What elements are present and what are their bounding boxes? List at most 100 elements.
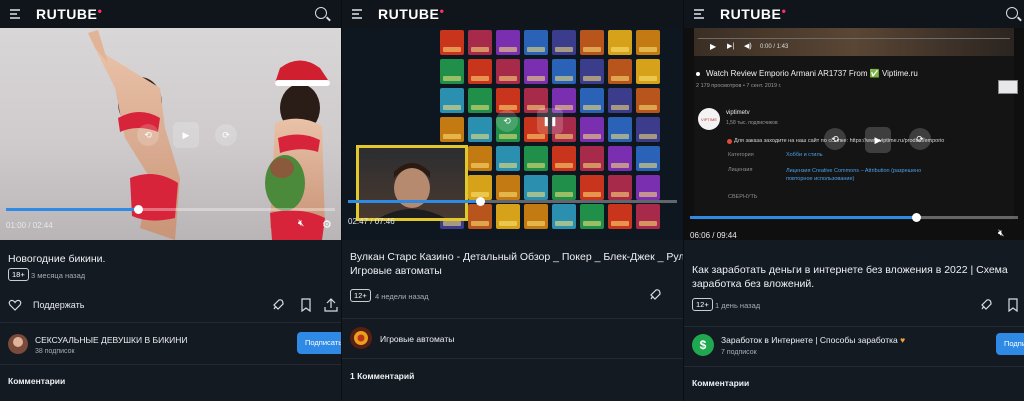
rocket-icon[interactable]	[648, 288, 662, 302]
upload-date: 3 месяца назад	[31, 271, 86, 280]
mini-volume-icon: ◀)	[744, 43, 752, 50]
rewind-button[interactable]: ⟲	[496, 110, 518, 132]
pause-button[interactable]: ❚❚	[537, 108, 563, 134]
time-display: 06:06 / 09:44	[690, 231, 737, 240]
mute-icon[interactable]: 🔇︎	[298, 218, 312, 232]
rutube-logo[interactable]: RUTUBE●	[720, 6, 787, 22]
channel-avatar[interactable]	[350, 327, 372, 349]
slot-thumbnail-label	[639, 221, 657, 226]
comments-heading[interactable]: 1 Комментарий	[350, 371, 414, 381]
slot-thumbnail-label	[471, 47, 489, 52]
age-rating-badge: 12+	[350, 289, 371, 302]
embed-category-label: Категория	[728, 152, 754, 158]
subscribe-button[interactable]: Подписаться	[297, 332, 341, 354]
streamer-webcam	[356, 145, 468, 221]
menu-icon[interactable]	[694, 9, 704, 19]
forward-button[interactable]: ⟳	[215, 124, 237, 146]
slot-thumbnail-label	[443, 76, 461, 81]
slot-thumbnail-label	[471, 163, 489, 168]
slot-thumbnail-label	[611, 134, 629, 139]
slot-thumbnail-label	[443, 47, 461, 52]
slot-thumbnail-label	[555, 76, 573, 81]
slot-thumbnail-label	[639, 76, 657, 81]
search-icon[interactable]	[1006, 7, 1018, 19]
video-player[interactable]: ⟲ ▶ ⟳ 01:00 / 02:44 🔇︎ ⚙	[0, 28, 341, 240]
rocket-icon[interactable]	[979, 298, 993, 312]
slot-thumbnail-label	[499, 163, 517, 168]
play-button[interactable]: ▶	[173, 122, 199, 148]
video-player[interactable]: ▶ ▶| ◀) 0:00 / 1:43 Watch Review Emporio…	[684, 28, 1024, 240]
bookmark-icon[interactable]	[299, 298, 313, 312]
support-label: Поддержать	[33, 300, 85, 310]
channel-avatar[interactable]	[8, 334, 28, 354]
video-title: Вулкан Старс Казино - Детальный Обзор _ …	[350, 251, 683, 277]
channel-name[interactable]: СЕКСУАЛЬНЫЕ ДЕВУШКИ В БИКИНИ	[35, 335, 188, 345]
progress-handle[interactable]	[475, 197, 485, 206]
video-page-3: RUTUBE● ▶ ▶| ◀) 0:00 / 1:43 Watch Review…	[684, 0, 1024, 401]
slot-thumbnail-label	[555, 192, 573, 197]
share-icon[interactable]	[324, 298, 338, 312]
progress-handle[interactable]	[912, 213, 922, 222]
rocket-icon[interactable]	[271, 298, 285, 312]
video-title: Как заработать деньги в интернете без вл…	[692, 264, 1008, 290]
slot-thumbnail-label	[611, 221, 629, 226]
slot-thumbnail-label	[499, 47, 517, 52]
support-button[interactable]: Поддержать	[8, 297, 84, 313]
slot-thumbnail-label	[639, 134, 657, 139]
rutube-logo[interactable]: RUTUBE●	[36, 6, 103, 22]
embed-category-value: Хобби и стиль	[786, 152, 823, 158]
play-button[interactable]: ▶	[865, 127, 891, 153]
slot-thumbnail-label	[527, 47, 545, 52]
video-title: Новогодние бикини.	[8, 253, 106, 265]
heart-icon	[8, 299, 22, 311]
video-player[interactable]: ⟲ ❚❚ 02:47 / 07:46	[342, 28, 683, 240]
svg-text:$: $	[700, 338, 707, 352]
slot-thumbnail-label	[555, 163, 573, 168]
rutube-logo[interactable]: RUTUBE●	[378, 6, 445, 22]
channel-avatar[interactable]: $	[692, 334, 714, 356]
search-icon[interactable]	[315, 7, 327, 19]
embed-subs: 1,58 тыс. подписчиков	[726, 120, 778, 126]
progress-bar[interactable]	[690, 213, 1018, 222]
subscriber-count: 7 подписок	[721, 349, 757, 356]
comments-heading[interactable]: Комментарии	[692, 378, 749, 388]
menu-icon[interactable]	[352, 9, 362, 19]
channel-name[interactable]: Заработок в Интернете | Способы заработк…	[721, 335, 905, 345]
comments-heading[interactable]: Комментарии	[8, 376, 65, 386]
slot-thumbnail-label	[443, 105, 461, 110]
channel-name-text: Заработок в Интернете | Способы заработк…	[721, 335, 898, 345]
subscribe-button[interactable]: Подписаться	[996, 333, 1024, 355]
subscriber-count: 38 подписок	[35, 348, 75, 355]
rewind-button[interactable]: ⟲	[824, 128, 846, 150]
slot-thumbnail-label	[611, 192, 629, 197]
age-rating-badge: 18+	[8, 268, 29, 281]
mute-icon[interactable]: 🔇︎	[998, 228, 1012, 240]
embed-side-thumb	[998, 80, 1018, 94]
progress-bar[interactable]	[6, 205, 335, 214]
slot-thumbnail-label	[583, 134, 601, 139]
divider	[0, 322, 341, 323]
top-bar: RUTUBE●	[0, 0, 341, 28]
embedded-youtube-page: ▶ ▶| ◀) 0:00 / 1:43 Watch Review Emporio…	[694, 28, 1018, 220]
progress-handle[interactable]	[133, 205, 143, 214]
forward-button[interactable]: ⟳	[909, 128, 931, 150]
progress-bar[interactable]	[348, 197, 677, 206]
slot-thumbnail-label	[527, 163, 545, 168]
slot-thumbnail-label	[471, 134, 489, 139]
bookmark-icon[interactable]	[1006, 298, 1020, 312]
embed-title: Watch Review Emporio Armani AR1737 From …	[706, 69, 918, 78]
rewind-button[interactable]: ⟲	[137, 124, 159, 146]
divider	[684, 366, 1024, 367]
settings-icon[interactable]: ⚙	[322, 218, 336, 232]
slot-thumbnail-label	[499, 134, 517, 139]
slot-thumbnail-label	[639, 47, 657, 52]
top-bar: RUTUBE●	[684, 0, 1024, 28]
divider	[342, 358, 683, 359]
channel-name[interactable]: Игровые автоматы	[380, 334, 454, 344]
slot-thumbnail-label	[611, 76, 629, 81]
slot-thumbnail-label	[527, 192, 545, 197]
embed-order-dot	[727, 139, 732, 144]
slot-thumbnail-label	[443, 134, 461, 139]
menu-icon[interactable]	[10, 9, 20, 19]
video-page-1: RUTUBE● ⟲ ▶ ⟳ 01:00 / 02:44 🔇︎ ⚙ Новогод…	[0, 0, 341, 401]
